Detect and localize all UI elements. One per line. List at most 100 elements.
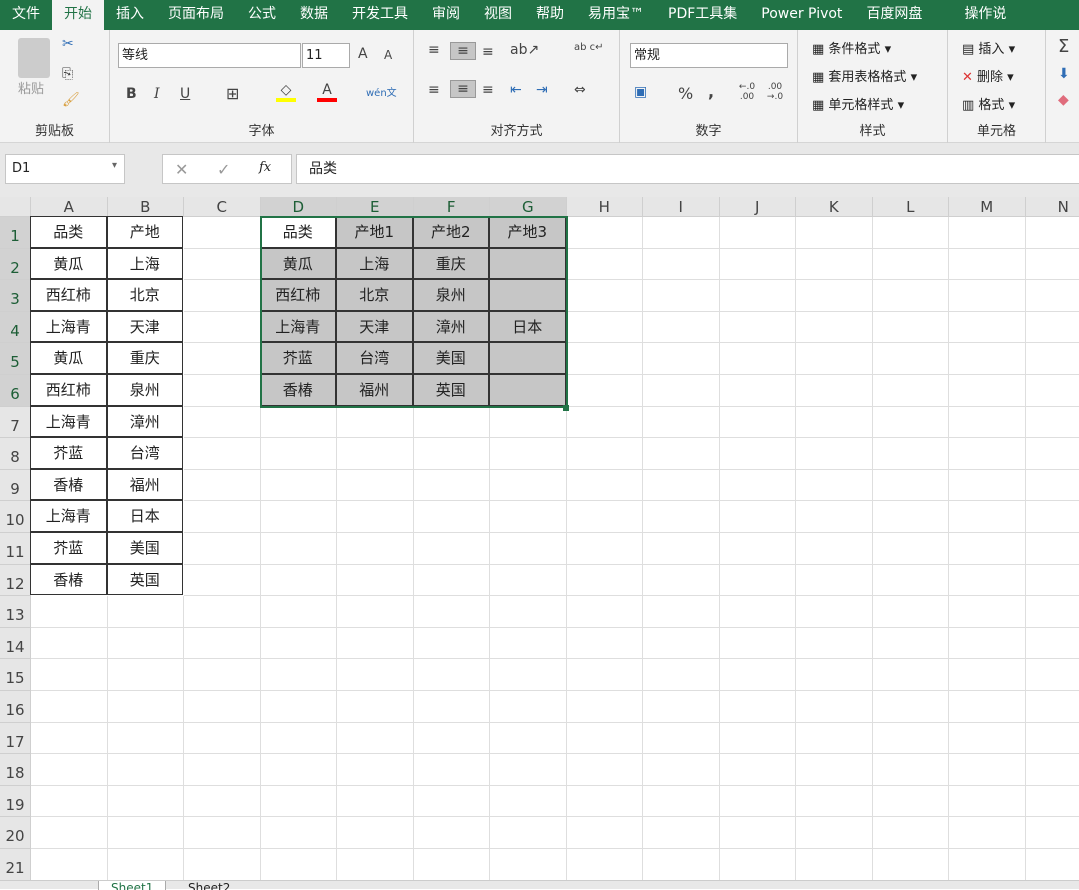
cell-N9[interactable]	[1026, 470, 1079, 502]
cell-C4[interactable]	[184, 312, 261, 344]
cell-M19[interactable]	[949, 786, 1026, 818]
cell-M21[interactable]	[949, 849, 1026, 881]
cell-M1[interactable]	[949, 217, 1026, 249]
cell-A21[interactable]	[31, 849, 108, 881]
tab-6[interactable]: 开发工具	[340, 0, 420, 30]
cell-I21[interactable]	[643, 849, 720, 881]
cell-A14[interactable]	[31, 628, 108, 660]
cell-M6[interactable]	[949, 375, 1026, 407]
cell-M3[interactable]	[949, 280, 1026, 312]
cell-F6[interactable]: 英国	[413, 374, 490, 406]
cell-A6[interactable]: 西红柿	[30, 374, 107, 406]
conditional-format-button[interactable]: ▦ 条件格式 ▾	[812, 38, 891, 57]
cell-I16[interactable]	[643, 691, 720, 723]
cell-H15[interactable]	[567, 659, 644, 691]
cell-J16[interactable]	[720, 691, 797, 723]
cell-L18[interactable]	[873, 754, 950, 786]
cell-J21[interactable]	[720, 849, 797, 881]
cell-K18[interactable]	[796, 754, 873, 786]
cell-G18[interactable]	[490, 754, 567, 786]
row-header-18[interactable]: 18	[0, 754, 31, 786]
cell-M10[interactable]	[949, 501, 1026, 533]
cell-C21[interactable]	[184, 849, 261, 881]
row-header-11[interactable]: 11	[0, 533, 31, 565]
cell-F5[interactable]: 美国	[413, 342, 490, 374]
cell-C15[interactable]	[184, 659, 261, 691]
cell-C17[interactable]	[184, 723, 261, 755]
cell-F14[interactable]	[414, 628, 491, 660]
cell-I3[interactable]	[643, 280, 720, 312]
row-header-6[interactable]: 6	[0, 375, 31, 407]
row-header-8[interactable]: 8	[0, 438, 31, 470]
cell-N5[interactable]	[1026, 343, 1079, 375]
cell-M14[interactable]	[949, 628, 1026, 660]
cell-N3[interactable]	[1026, 280, 1079, 312]
cell-E20[interactable]	[337, 817, 414, 849]
tab-0[interactable]: 文件	[0, 0, 52, 30]
font-color-icon[interactable]: A	[317, 82, 337, 102]
cell-F8[interactable]	[414, 438, 491, 470]
cell-D14[interactable]	[261, 628, 338, 660]
paste-button[interactable]: 粘贴	[18, 78, 44, 97]
cell-E13[interactable]	[337, 596, 414, 628]
increase-font-icon[interactable]: A	[358, 46, 368, 62]
cell-M5[interactable]	[949, 343, 1026, 375]
cell-D6[interactable]: 香椿	[260, 374, 337, 406]
cell-K5[interactable]	[796, 343, 873, 375]
cell-B17[interactable]	[108, 723, 185, 755]
cell-L14[interactable]	[873, 628, 950, 660]
cell-E14[interactable]	[337, 628, 414, 660]
cell-H9[interactable]	[567, 470, 644, 502]
cell-C9[interactable]	[184, 470, 261, 502]
row-header-15[interactable]: 15	[0, 659, 31, 691]
cell-K3[interactable]	[796, 280, 873, 312]
cell-K7[interactable]	[796, 407, 873, 439]
cell-J1[interactable]	[720, 217, 797, 249]
cell-J20[interactable]	[720, 817, 797, 849]
cell-H19[interactable]	[567, 786, 644, 818]
cell-F21[interactable]	[414, 849, 491, 881]
cell-A12[interactable]: 香椿	[30, 564, 107, 596]
row-header-2[interactable]: 2	[0, 249, 31, 281]
font-size-select[interactable]: 11	[302, 43, 350, 68]
cell-M18[interactable]	[949, 754, 1026, 786]
cell-K10[interactable]	[796, 501, 873, 533]
cell-G16[interactable]	[490, 691, 567, 723]
cell-D12[interactable]	[261, 565, 338, 597]
cell-I10[interactable]	[643, 501, 720, 533]
cell-F4[interactable]: 漳州	[413, 311, 490, 343]
cell-L12[interactable]	[873, 565, 950, 597]
cell-N15[interactable]	[1026, 659, 1079, 691]
tab-9[interactable]: 帮助	[524, 0, 576, 30]
cell-L17[interactable]	[873, 723, 950, 755]
cell-B20[interactable]	[108, 817, 185, 849]
cell-N11[interactable]	[1026, 533, 1079, 565]
tab-14[interactable]: 操作说	[934, 0, 1018, 30]
cell-J15[interactable]	[720, 659, 797, 691]
cell-L11[interactable]	[873, 533, 950, 565]
cell-I1[interactable]	[643, 217, 720, 249]
cell-L10[interactable]	[873, 501, 950, 533]
cell-K8[interactable]	[796, 438, 873, 470]
cell-H4[interactable]	[567, 312, 644, 344]
cell-K17[interactable]	[796, 723, 873, 755]
cell-E21[interactable]	[337, 849, 414, 881]
cell-J3[interactable]	[720, 280, 797, 312]
wrap-text-icon[interactable]: ab c↵	[574, 42, 604, 53]
cell-J13[interactable]	[720, 596, 797, 628]
cell-G9[interactable]	[490, 470, 567, 502]
cell-F18[interactable]	[414, 754, 491, 786]
tab-2[interactable]: 插入	[104, 0, 156, 30]
cell-L3[interactable]	[873, 280, 950, 312]
cell-G8[interactable]	[490, 438, 567, 470]
cell-N14[interactable]	[1026, 628, 1079, 660]
cell-D9[interactable]	[261, 470, 338, 502]
row-header-7[interactable]: 7	[0, 407, 31, 439]
cell-K21[interactable]	[796, 849, 873, 881]
cell-F10[interactable]	[414, 501, 491, 533]
cell-F7[interactable]	[414, 407, 491, 439]
cell-D20[interactable]	[261, 817, 338, 849]
cell-C13[interactable]	[184, 596, 261, 628]
cell-J19[interactable]	[720, 786, 797, 818]
cell-D5[interactable]: 芥蓝	[260, 342, 337, 374]
